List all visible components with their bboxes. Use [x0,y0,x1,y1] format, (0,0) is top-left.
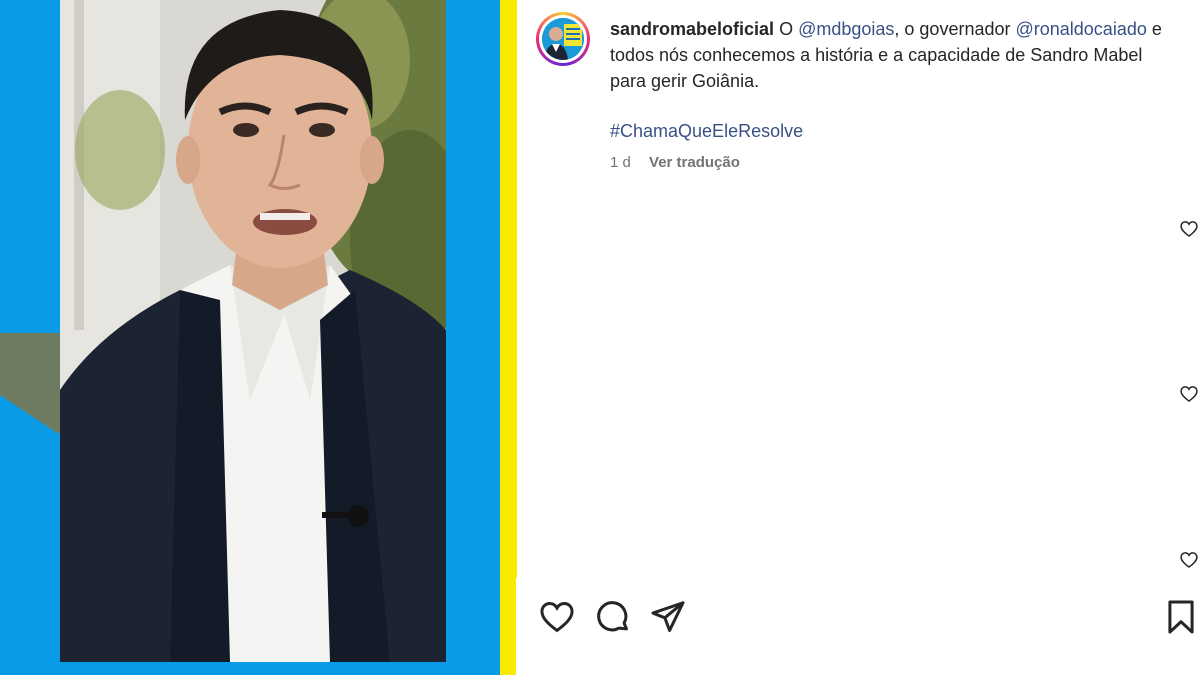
username-link[interactable]: sandromabeloficial [610,19,774,39]
mention-mdbgoias[interactable]: @mdbgoias [798,19,894,39]
post-media[interactable] [0,0,517,675]
like-heart-icon[interactable] [538,598,576,636]
caption-body: sandromabeloficial O @mdbgoias, o govern… [610,16,1170,94]
caption-meta: 1 d Ver tradução [610,152,740,174]
heart-icon[interactable] [1179,384,1199,404]
media-photo-speaker [60,0,446,662]
avatar[interactable] [536,12,590,66]
media-yellow-stripe [500,0,517,675]
comment-icon[interactable] [594,598,632,636]
hashtag-link[interactable]: #ChamaQueEleResolve [610,118,803,144]
timestamp[interactable]: 1 d [610,154,631,171]
bookmark-icon[interactable] [1162,598,1200,636]
instagram-post-view: sandromabeloficial O @mdbgoias, o govern… [0,0,1200,675]
post-action-bar [516,578,1200,675]
caption-text-part: , o governador [894,19,1016,39]
see-translation-button[interactable]: Ver tradução [649,154,740,171]
caption-text-part: O [774,19,799,39]
mention-ronaldocaiado[interactable]: @ronaldocaiado [1015,19,1146,39]
avatar-ring-gap [539,15,587,63]
heart-icon[interactable] [1179,219,1199,239]
send-icon[interactable] [649,598,687,636]
heart-icon[interactable] [1179,550,1199,570]
avatar-image [542,18,584,60]
